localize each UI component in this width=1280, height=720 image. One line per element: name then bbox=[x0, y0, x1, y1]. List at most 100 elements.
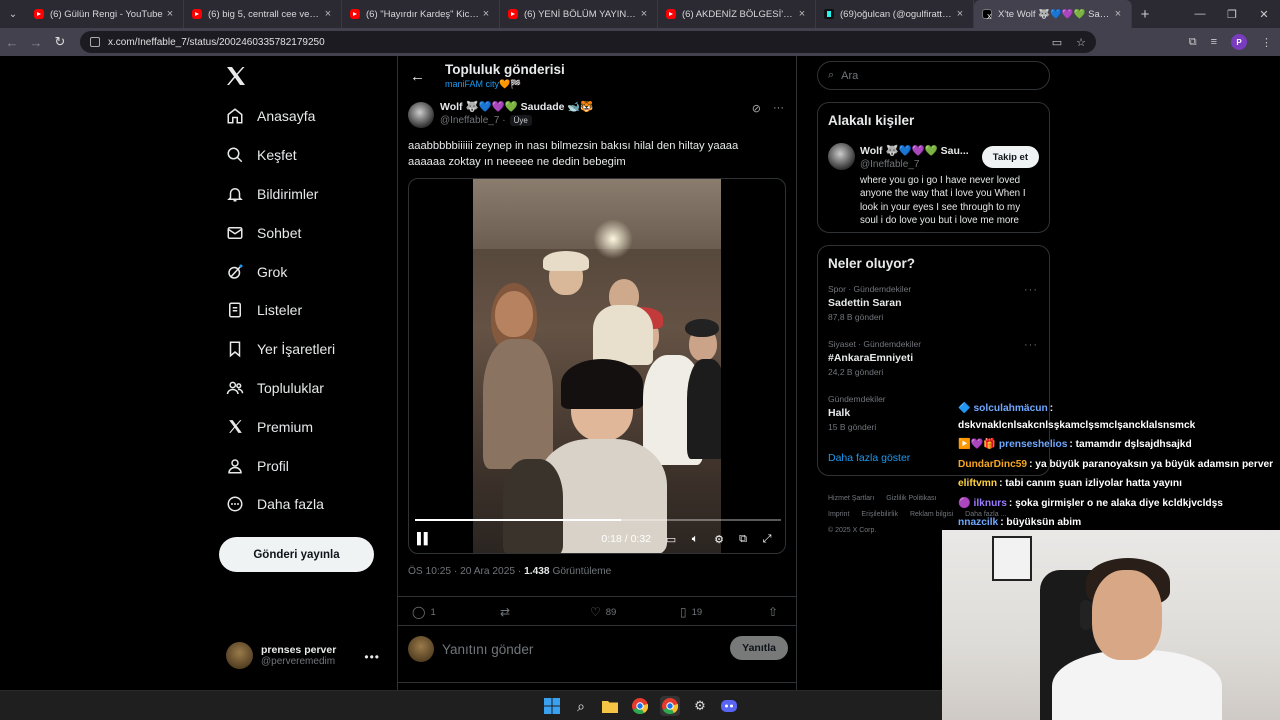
browser-tab[interactable]: (6) YENİ BÖLÜM YAYINDA 🚨× bbox=[500, 0, 658, 28]
close-tab-icon[interactable]: × bbox=[795, 8, 809, 20]
volume-icon[interactable]: 🔈︎ bbox=[683, 533, 707, 546]
close-tab-icon[interactable]: × bbox=[1111, 8, 1125, 20]
fullscreen-icon[interactable]: ⤢ bbox=[755, 533, 779, 546]
follow-button[interactable]: Takip et bbox=[981, 146, 1039, 168]
close-window-icon[interactable]: ✕ bbox=[1248, 0, 1280, 28]
back-nav-icon[interactable]: ← bbox=[0, 35, 24, 50]
reply-action[interactable]: ◯ 1 bbox=[412, 605, 436, 619]
nav-item-explore[interactable]: Keşfet bbox=[222, 136, 335, 175]
video-progress-bar[interactable] bbox=[415, 519, 781, 521]
close-tab-icon[interactable]: × bbox=[479, 8, 493, 20]
new-tab-button[interactable]: + bbox=[1132, 6, 1158, 23]
show-more-link[interactable]: Daha fazla göster bbox=[828, 452, 910, 464]
reading-list-icon[interactable]: ≡ bbox=[1211, 36, 1217, 48]
account-switcher[interactable]: prenses perver @perveremedim ••• bbox=[226, 642, 386, 669]
more-dots-icon[interactable]: ··· bbox=[1024, 339, 1038, 351]
footer-link[interactable]: Erişilebilirlik bbox=[861, 511, 898, 518]
post-button[interactable]: Gönderi yayınla bbox=[219, 537, 374, 572]
browser-tab[interactable]: (69)oğulcan (@ogulfiratt) | Tik × bbox=[816, 0, 974, 28]
bookmark-action[interactable]: ▯ 19 bbox=[680, 605, 702, 619]
windows-start-icon[interactable] bbox=[542, 696, 562, 716]
x-logo-icon[interactable] bbox=[224, 64, 248, 88]
captions-icon[interactable]: ▭ bbox=[659, 533, 683, 546]
close-tab-icon[interactable]: × bbox=[163, 8, 177, 20]
picture-in-picture-icon[interactable]: ⧉ bbox=[731, 533, 755, 546]
nav-item-lists[interactable]: Listeler bbox=[222, 291, 335, 330]
nav-item-bookmarks[interactable]: Yer İşaretleri bbox=[222, 330, 335, 369]
chat-text: : bbox=[1049, 403, 1054, 414]
browser-tab[interactable]: (6) Gülün Rengi - YouTube × bbox=[26, 0, 184, 28]
footer-link[interactable]: Imprint bbox=[828, 511, 849, 518]
author-name[interactable]: Wolf 🐺💙💜💚 Saudade 🐋🐯 bbox=[440, 100, 594, 113]
grok-explain-icon[interactable]: ⊘ bbox=[752, 102, 761, 115]
search-box[interactable]: ⌕ bbox=[817, 61, 1050, 90]
page-title: Topluluk gönderisi bbox=[445, 62, 565, 77]
extensions-icon[interactable]: ⧉ bbox=[1189, 36, 1197, 49]
account-handle: @perveremedim bbox=[261, 656, 336, 667]
taskbar-search-icon[interactable]: ⌕ bbox=[571, 696, 591, 716]
post-author[interactable]: Wolf 🐺💙💜💚 Saudade 🐋🐯 @Ineffable_7 · Üye bbox=[408, 100, 594, 128]
minimize-icon[interactable]: — bbox=[1184, 0, 1216, 28]
related-name[interactable]: Wolf 🐺💙💜💚 Sau... bbox=[860, 144, 972, 157]
community-link[interactable]: maniFAM city🧡🏁 bbox=[445, 79, 521, 90]
maximize-icon[interactable]: ❐ bbox=[1216, 0, 1248, 28]
trend-item[interactable]: Spor · Gündemdekiler Sadettin Saran 87,8… bbox=[828, 284, 1038, 322]
browser-tab[interactable]: (6) "Hayırdır Kardeş" Kick & Tw× bbox=[342, 0, 500, 28]
back-arrow-icon[interactable]: ← bbox=[410, 68, 428, 85]
youtube-icon bbox=[192, 9, 202, 19]
chat-username: eliftvmn bbox=[958, 478, 998, 489]
browser-tab[interactable]: (6) big 5, centrall cee ve mançu× bbox=[184, 0, 342, 28]
pause-icon[interactable]: ▌▌ bbox=[417, 533, 435, 545]
more-dots-icon[interactable]: ··· bbox=[773, 102, 784, 115]
video-player[interactable]: ▌▌ 0:18 / 0:32 ▭ 🔈︎ ⚙︎ ⧉ ⤢ bbox=[408, 178, 786, 554]
nav-item-home[interactable]: Anasayfa bbox=[222, 97, 335, 136]
forward-nav-icon[interactable]: → bbox=[24, 35, 48, 50]
browser-tab-active[interactable]: X'te Wolf 🐺💙💜💚 Saudade× bbox=[974, 0, 1132, 28]
settings-gear-icon[interactable]: ⚙︎ bbox=[690, 696, 710, 716]
reload-icon[interactable]: ↻ bbox=[48, 34, 72, 50]
settings-gear-icon[interactable]: ⚙︎ bbox=[707, 533, 731, 546]
youtube-icon bbox=[666, 9, 676, 19]
site-info-icon[interactable] bbox=[90, 37, 100, 47]
avatar[interactable] bbox=[408, 102, 434, 128]
footer-link[interactable]: Hizmet Şartları bbox=[828, 495, 874, 502]
menu-icon[interactable]: ⋮ bbox=[1261, 36, 1272, 49]
footer-link[interactable]: Reklam bilgisi bbox=[910, 511, 953, 518]
more-dots-icon[interactable]: ••• bbox=[364, 650, 380, 664]
chrome-active-icon[interactable] bbox=[660, 696, 680, 716]
repost-action[interactable]: ⇄ bbox=[500, 605, 515, 619]
nav-item-more[interactable]: Daha fazla bbox=[222, 485, 335, 524]
nav-item-profile[interactable]: Profil bbox=[222, 446, 335, 485]
more-dots-icon[interactable]: ··· bbox=[1024, 284, 1038, 296]
tab-search-icon[interactable]: ⌄ bbox=[0, 0, 26, 28]
post-timestamp[interactable]: ÖS 10:25 · 20 Ara 2025 · bbox=[408, 566, 524, 577]
close-tab-icon[interactable]: × bbox=[321, 8, 335, 20]
close-tab-icon[interactable]: × bbox=[637, 8, 651, 20]
chrome-icon[interactable] bbox=[630, 696, 650, 716]
avatar[interactable] bbox=[828, 143, 855, 170]
nav-item-grok[interactable]: Grok bbox=[222, 252, 335, 291]
browser-tab[interactable]: (6) AKDENİZ BÖLGESİ'NİN EN× bbox=[658, 0, 816, 28]
related-handle[interactable]: @Ineffable_7 bbox=[860, 159, 919, 170]
chat-username: nnazcilk bbox=[958, 517, 999, 528]
share-action[interactable]: ⇧ bbox=[768, 605, 783, 619]
nav-item-premium[interactable]: Premium bbox=[222, 407, 335, 446]
discord-icon[interactable] bbox=[719, 696, 739, 716]
profile-avatar[interactable]: P bbox=[1231, 34, 1247, 50]
trend-item[interactable]: Siyaset · Gündemdekiler #AnkaraEmniyeti … bbox=[828, 339, 1038, 377]
nav-item-messages[interactable]: Sohbet bbox=[222, 213, 335, 252]
nav-item-notifications[interactable]: Bildirimler bbox=[222, 175, 335, 214]
star-icon[interactable]: ☆ bbox=[1076, 36, 1086, 49]
author-handle[interactable]: @Ineffable_7 · bbox=[440, 115, 506, 126]
search-input[interactable] bbox=[841, 69, 1022, 82]
reply-input[interactable]: Yanıtını gönder bbox=[442, 642, 533, 657]
cast-icon[interactable]: ▭ bbox=[1052, 36, 1062, 49]
footer-link[interactable]: Gizlilik Politikası bbox=[886, 495, 936, 502]
url-field[interactable]: x.com/Ineffable_7/status/200246033578217… bbox=[80, 31, 1096, 53]
reply-button[interactable]: Yanıtla bbox=[730, 636, 788, 660]
file-explorer-icon[interactable] bbox=[600, 696, 620, 716]
tab-title: (6) YENİ BÖLÜM YAYINDA 🚨 bbox=[524, 8, 637, 20]
like-action[interactable]: ♡ 89 bbox=[590, 605, 616, 619]
nav-item-communities[interactable]: Topluluklar bbox=[222, 369, 335, 408]
close-tab-icon[interactable]: × bbox=[953, 8, 967, 20]
